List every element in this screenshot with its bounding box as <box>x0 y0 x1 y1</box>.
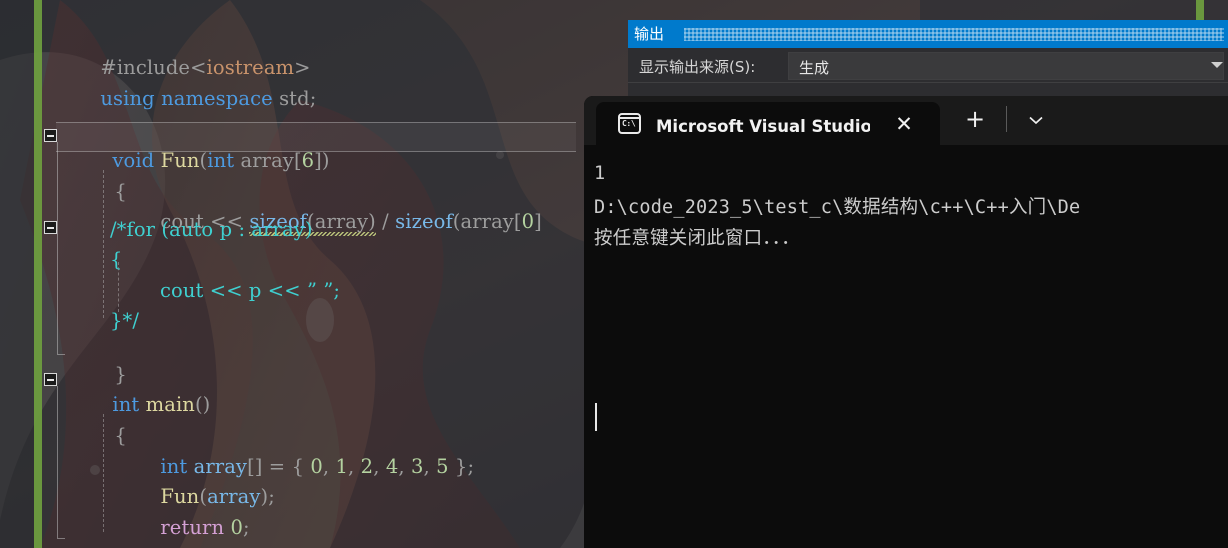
code-line-comment-open-brace: { <box>110 248 123 271</box>
new-tab-icon[interactable]: + <box>963 107 987 132</box>
terminal-output[interactable]: 1 D:\code_2023_5\test_c\数据结构\c++\C++入门\D… <box>584 145 1228 548</box>
terminal-window[interactable]: C:\ Microsoft Visual Studio 调试控 ✕ + 1 D:… <box>584 96 1228 548</box>
terminal-tab[interactable]: C:\ Microsoft Visual Studio 调试控 ✕ <box>596 102 940 145</box>
code-line-main-close-brace: } <box>64 523 127 548</box>
terminal-tab-bar: C:\ Microsoft Visual Studio 调试控 ✕ + <box>584 96 1228 145</box>
chevron-down-icon[interactable] <box>1024 108 1048 132</box>
console-icon-label: C:\ <box>622 119 636 128</box>
code-lines[interactable]: #include<iostream> using namespace std; … <box>0 0 620 548</box>
code-line-comment-for: /*for (auto p : array) <box>110 218 313 241</box>
code-line-comment-close: }*/ <box>110 309 140 332</box>
code-line-return: return 0; <box>160 516 250 539</box>
output-source-select[interactable]: 生成 <box>788 52 1224 80</box>
output-pane-title: 输出 <box>634 25 665 43</box>
output-source-value: 生成 <box>799 59 830 77</box>
terminal-line: 按任意键关闭此窗口．．． <box>594 228 800 249</box>
output-pane-drag-grip[interactable] <box>684 28 1224 41</box>
output-pane-title-bar: 输出 <box>628 20 1228 48</box>
output-pane-toolbar: 显示输出来源(S): 生成 <box>628 50 1228 82</box>
screenshot-root: #include<iostream> using namespace std; … <box>0 0 1228 548</box>
terminal-line: D:\code_2023_5\test_c\数据结构\c++\C++入门\De <box>594 197 1081 218</box>
terminal-tab-title: Microsoft Visual Studio 调试控 <box>656 117 870 136</box>
terminal-cursor <box>595 403 597 431</box>
chevron-down-icon[interactable] <box>1211 62 1223 68</box>
code-line-comment-cout: cout << p << ” ”; <box>160 279 341 302</box>
output-source-label: 显示输出来源(S): <box>639 58 756 76</box>
terminal-line: 1 <box>594 163 606 184</box>
close-icon[interactable]: ✕ <box>892 112 916 136</box>
change-indicator-margin-right <box>1196 0 1204 20</box>
code-line-using: using namespace std; <box>100 87 317 110</box>
console-icon: C:\ <box>618 113 641 134</box>
tab-bar-separator <box>1006 106 1007 132</box>
